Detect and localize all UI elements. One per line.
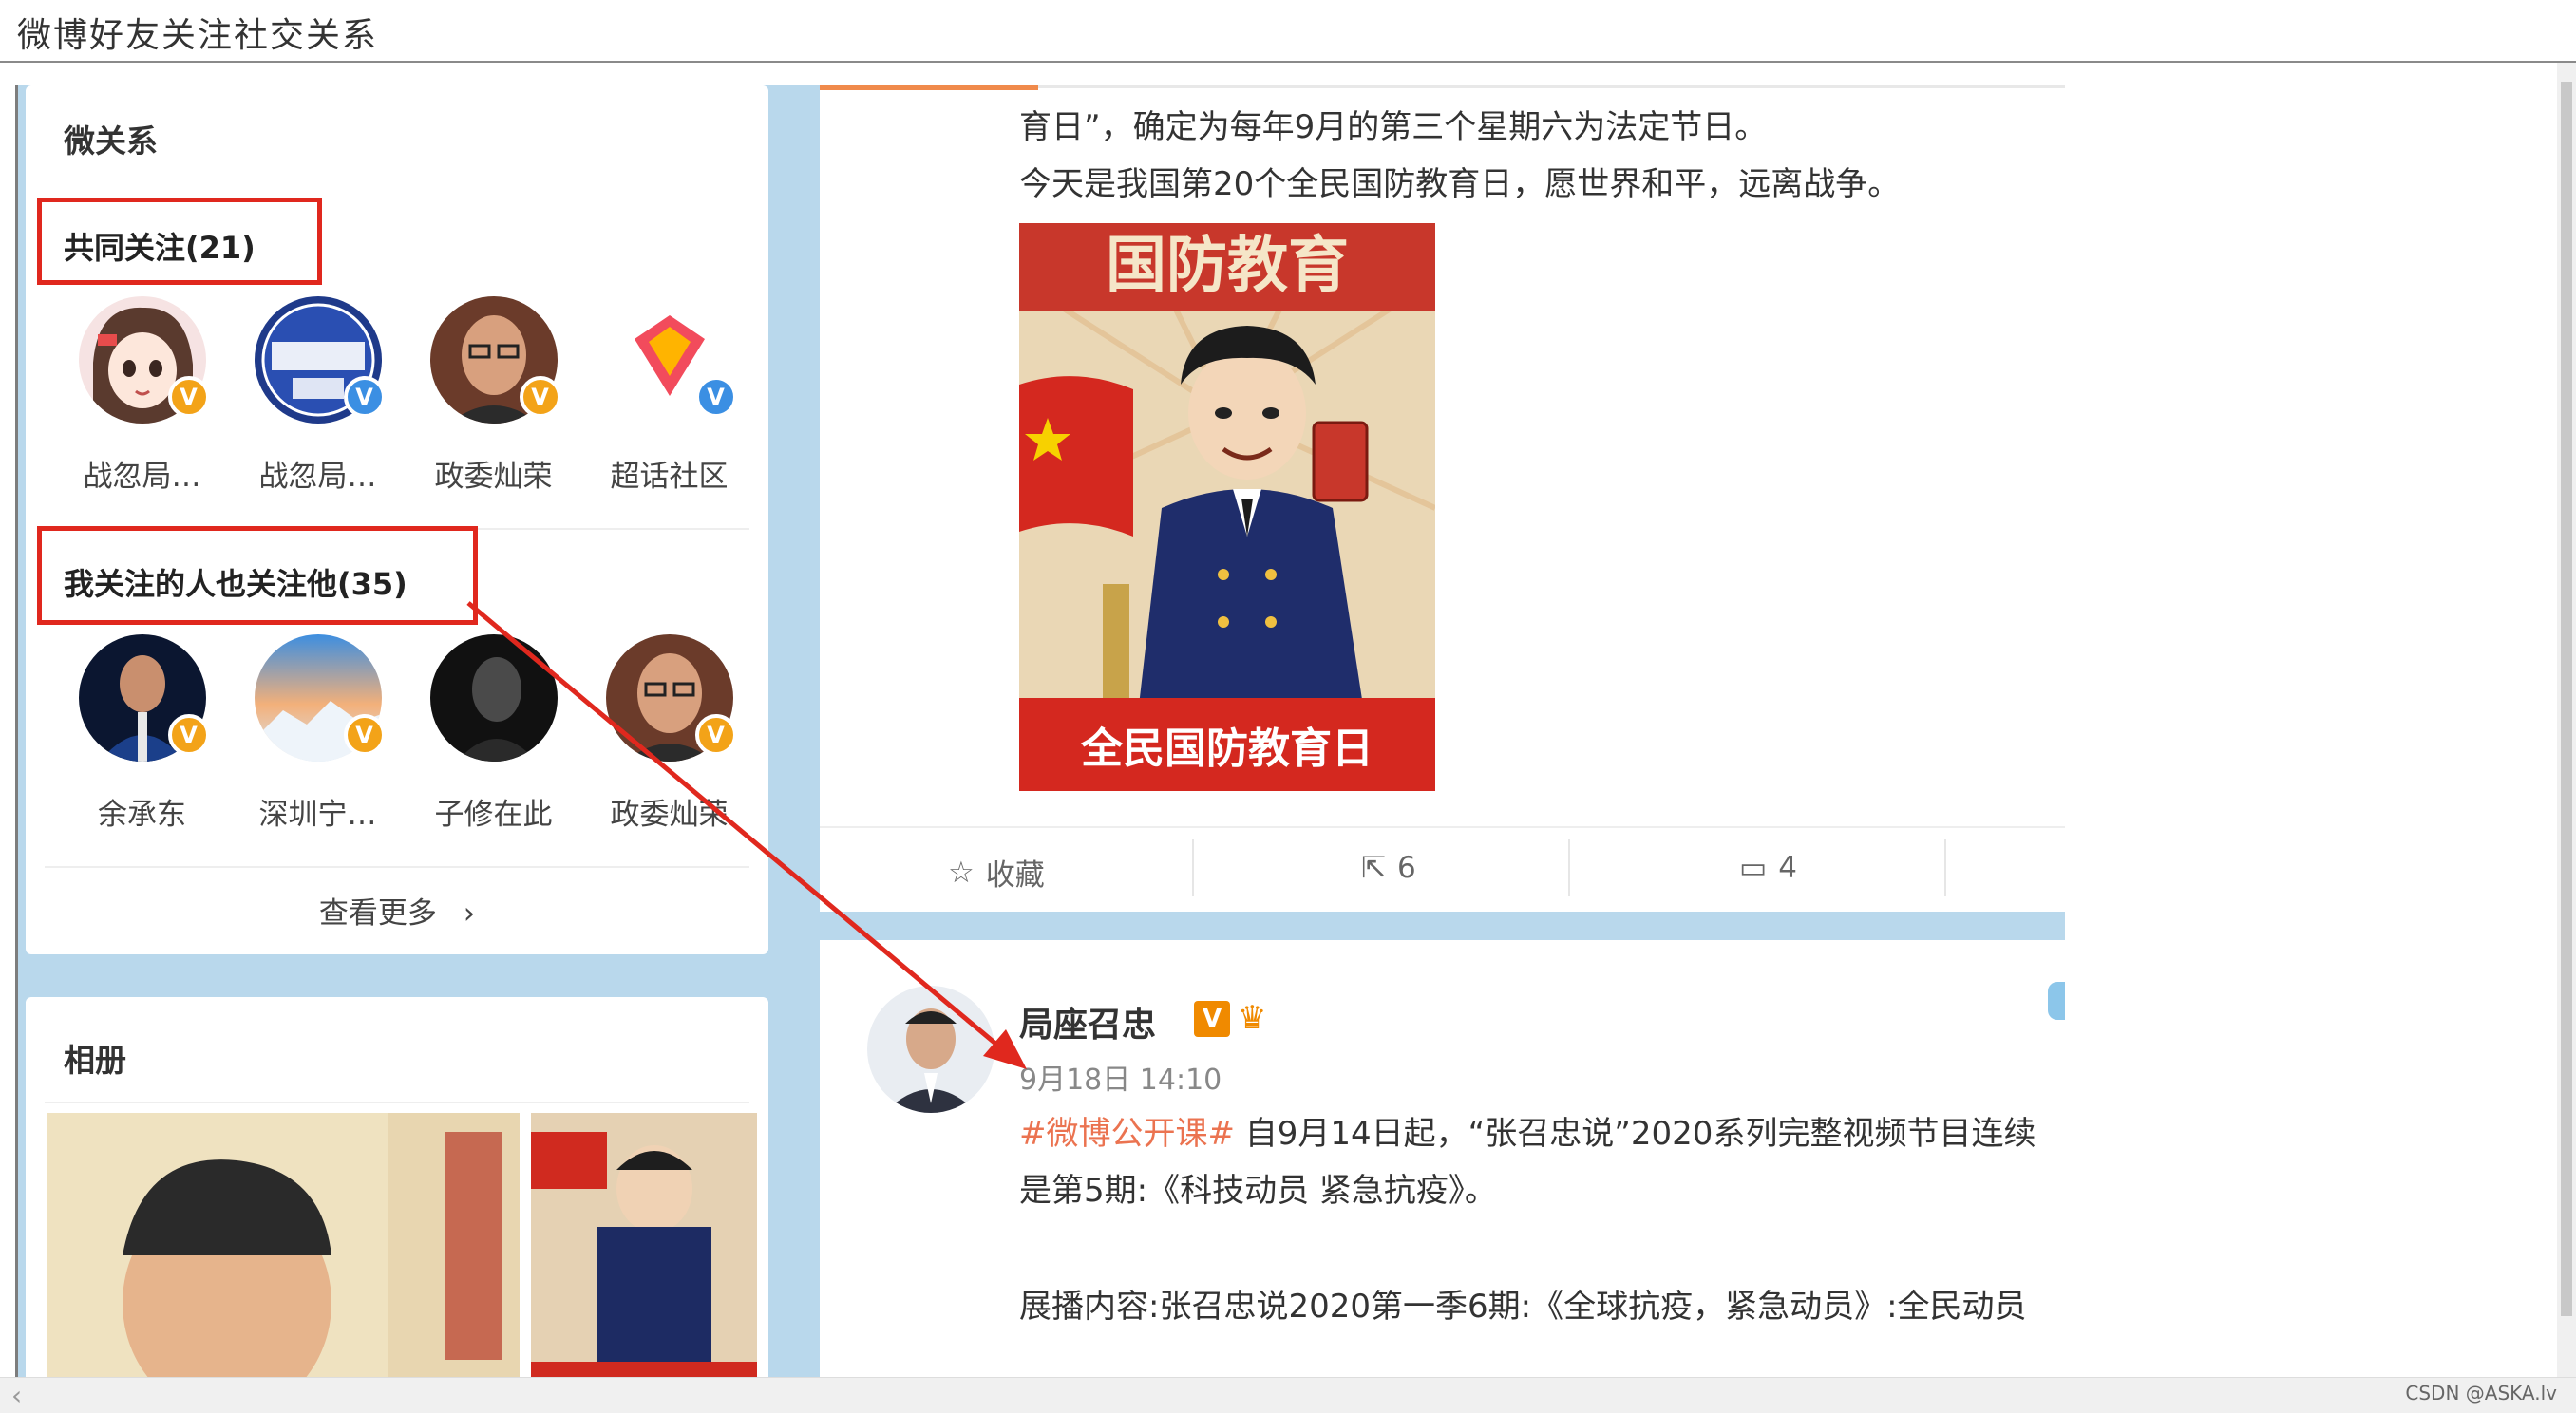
scrollbar-thumb[interactable] [2561, 82, 2572, 1316]
divider [1944, 839, 1946, 896]
album-photo[interactable] [531, 1113, 757, 1377]
divider [1568, 839, 1570, 896]
window-caption: 微博好友关注社交关系 [0, 0, 2576, 63]
post-text-line: 是第5期:《科技动员 紧急抗疫》。 [1019, 1172, 1497, 1210]
comment-button[interactable]: ▭ 4 [1739, 851, 1797, 885]
comment-count: 4 [1778, 851, 1798, 885]
annotation-arrow [466, 601, 1027, 1069]
post-text-fragment: 自9月14日起，“张召忠说”2020系列完整视频节目连续 [1234, 1115, 2036, 1153]
album-photo[interactable] [47, 1113, 520, 1377]
chevron-left-icon[interactable]: ‹ [11, 1380, 22, 1411]
share-icon: ⇱ [1361, 851, 1386, 885]
verified-v-icon: V [1194, 1001, 1230, 1037]
divider [1038, 85, 2065, 88]
divider [1192, 839, 1194, 896]
repost-button[interactable]: ⇱ 6 [1361, 851, 1416, 885]
page-viewport: 微关系 共同关注(21) V 战忽局… V 战忽局… V 政委灿荣 V 超话社区… [15, 85, 2561, 1377]
side-badge [2048, 982, 2065, 1020]
post-text-line: #微博公开课# 自9月14日起，“张召忠说”2020系列完整视频节目连续 [1019, 1107, 2036, 1154]
member-crown-icon: ♛ [1238, 999, 1267, 1037]
post-text-line: 展播内容:张召忠说2020第一季6期:《全球抗疫，紧急动员》:全民动员 [1019, 1288, 2027, 1326]
window-title: 微博好友关注社交关系 [17, 16, 379, 55]
horizontal-scrollbar[interactable]: ‹ CSDN @ASKA.lv [0, 1377, 2576, 1413]
repost-count: 6 [1396, 851, 1416, 885]
watermark: CSDN @ASKA.lv [2405, 1382, 2557, 1404]
vertical-scrollbar[interactable] [2557, 63, 2576, 1377]
comment-icon: ▭ [1739, 851, 1768, 885]
